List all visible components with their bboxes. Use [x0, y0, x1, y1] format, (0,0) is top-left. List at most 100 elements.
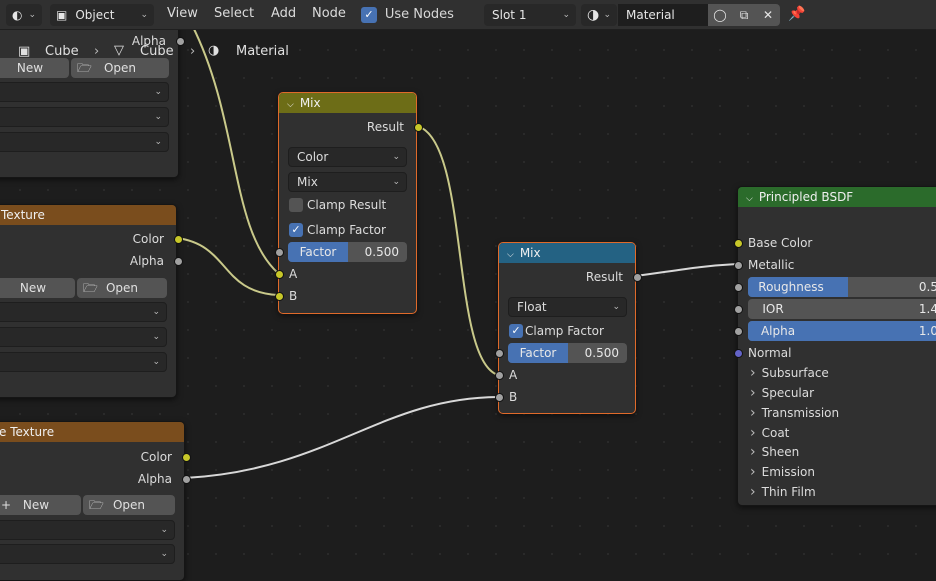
menu-node[interactable]: Node [312, 6, 346, 21]
factor-input-socket[interactable] [274, 247, 284, 257]
panel-transmission[interactable]: Transmission [750, 405, 840, 421]
collapse-chevron-icon[interactable]: ⌵ [746, 194, 753, 204]
menu-add[interactable]: Add [271, 6, 296, 21]
roughness-socket[interactable] [733, 282, 743, 292]
use-nodes-checkbox[interactable]: ✓ Use Nodes [361, 7, 454, 23]
unlink-material-button[interactable]: ✕ [756, 4, 780, 26]
folder-icon: 🗁 [77, 61, 92, 75]
plus-icon: + [1, 498, 12, 512]
node-editor-header: ◐ ⌄ ▣ Object ⌄ View Select Add Node ✓ Use… [0, 0, 936, 30]
editor-type-menu[interactable]: ◐ ⌄ [6, 4, 42, 26]
alpha-socket[interactable] [733, 326, 743, 336]
image-texture-node-1[interactable]: Texture Color Alpha New 🗁 Open ⌄ ⌄ ⌄ [0, 204, 183, 398]
color-output-socket[interactable] [181, 452, 191, 462]
checkmark-icon: ✓ [509, 324, 523, 338]
duplicate-material-button[interactable]: ⧉ [732, 4, 756, 26]
normal-label: Normal [748, 346, 792, 360]
image-texture-node-2[interactable]: e Texture Color Alpha + New 🗁 Open ⌄ ⌄ [0, 421, 191, 581]
clamp-factor-checkbox[interactable]: ✓ Clamp Factor [499, 321, 635, 341]
input-b-socket[interactable] [494, 392, 504, 402]
menu-select[interactable]: Select [214, 6, 254, 21]
new-image-button[interactable]: + New [0, 495, 81, 515]
open-image-button[interactable]: 🗁 Open [83, 495, 175, 515]
chevron-down-icon: ⌄ [140, 10, 148, 20]
normal-socket[interactable] [733, 348, 743, 358]
blend-mode-dropdown[interactable]: Mix ⌄ [288, 172, 407, 192]
clamp-result-checkbox[interactable]: Clamp Result [279, 195, 416, 215]
color-output-socket[interactable] [173, 234, 183, 244]
node-header[interactable]: ⌵ Mix [279, 93, 416, 113]
image-dropdown-1[interactable]: ⌄ [0, 520, 175, 540]
panel-specular[interactable]: Specular [750, 385, 814, 401]
link-texture-alpha-to-mix-b [184, 396, 499, 479]
base-color-label: Base Color [748, 236, 813, 250]
mix-float-node[interactable]: ⌵ Mix Result Float ⌄ ✓ Clamp Factor Factor… [494, 242, 642, 414]
alpha-slider[interactable]: Alpha 1.0 [748, 321, 936, 341]
checkmark-icon: ✓ [361, 7, 377, 23]
input-a-label: A [509, 368, 518, 382]
alpha-output-socket[interactable] [173, 256, 183, 266]
image-dropdown-3[interactable]: ⌄ [0, 132, 169, 152]
alpha-output-socket[interactable] [181, 474, 191, 484]
principled-bsdf-node[interactable]: ⌵ Principled BSDF Base Color Metallic Rou… [733, 186, 936, 506]
collapse-chevron-icon[interactable]: ⌵ [287, 100, 294, 110]
result-output-socket[interactable] [413, 122, 423, 132]
panel-thin-film[interactable]: Thin Film [750, 484, 816, 500]
chevron-down-icon: ⌄ [160, 525, 168, 535]
input-a-socket[interactable] [274, 269, 284, 279]
mix-color-node[interactable]: ⌵ Mix Result Color ⌄ Mix ⌄ Clamp Result ✓ C… [274, 92, 423, 314]
chevron-right-icon: › [94, 44, 100, 59]
node-header[interactable]: ⌵ Principled BSDF [738, 187, 936, 207]
clamp-factor-checkbox[interactable]: ✓ Clamp Factor [279, 220, 416, 240]
image-dropdown-1[interactable]: ⌄ [0, 302, 167, 322]
image-dropdown-2[interactable]: ⌄ [0, 107, 169, 127]
base-color-socket[interactable] [733, 238, 743, 248]
ior-field[interactable]: IOR 1.4 [748, 299, 936, 319]
ior-socket[interactable] [733, 304, 743, 314]
shader-type-dropdown[interactable]: ▣ Object ⌄ [50, 4, 154, 26]
chevron-down-icon: ⌄ [392, 177, 400, 187]
fake-user-button[interactable]: ◯ [708, 4, 732, 26]
chevron-down-icon: ⌄ [152, 332, 160, 342]
node-header[interactable]: Texture [0, 205, 176, 225]
material-icon: ◑ [208, 43, 220, 58]
image-dropdown-3[interactable]: ⌄ [0, 352, 167, 372]
chevron-down-icon: ⌄ [154, 137, 162, 147]
open-image-button[interactable]: 🗁 Open [77, 278, 167, 298]
panel-emission[interactable]: Emission [750, 464, 815, 480]
input-b-socket[interactable] [274, 291, 284, 301]
collapse-chevron-icon[interactable]: ⌵ [507, 250, 514, 260]
menu-view[interactable]: View [167, 6, 198, 21]
node-header[interactable]: ⌵ Mix [499, 243, 635, 263]
factor-slider[interactable]: Factor 0.500 [288, 242, 407, 262]
new-image-button[interactable]: New [0, 58, 69, 78]
panel-sheen[interactable]: Sheen [750, 444, 800, 460]
breadcrumb-object: Cube [45, 44, 79, 59]
result-output-socket[interactable] [632, 272, 642, 282]
node-header[interactable]: e Texture [0, 422, 184, 442]
roughness-slider[interactable]: Roughness 0.5 [748, 277, 936, 297]
pin-icon[interactable]: 📌 [788, 6, 805, 22]
factor-slider[interactable]: Factor 0.500 [508, 343, 627, 363]
breadcrumb-mesh: Cube [140, 44, 174, 59]
data-type-dropdown[interactable]: Color ⌄ [288, 147, 407, 167]
chevron-down-icon: ⌄ [160, 549, 168, 559]
folder-icon: 🗁 [89, 498, 104, 512]
panel-subsurface[interactable]: Subsurface [750, 365, 829, 381]
image-dropdown-2[interactable]: ⌄ [0, 544, 175, 564]
alpha-output-socket[interactable] [175, 36, 185, 46]
open-image-button[interactable]: 🗁 Open [71, 58, 169, 78]
input-b-label: B [509, 390, 518, 404]
factor-input-socket[interactable] [494, 348, 504, 358]
input-a-socket[interactable] [494, 370, 504, 380]
new-image-button[interactable]: New [0, 278, 75, 298]
data-type-dropdown[interactable]: Float ⌄ [508, 297, 627, 317]
material-name-field[interactable]: Material [618, 4, 708, 26]
image-dropdown-2[interactable]: ⌄ [0, 327, 167, 347]
material-icon: ◑ [587, 7, 600, 23]
panel-coat[interactable]: Coat [750, 425, 790, 441]
image-dropdown-1[interactable]: ⌄ [0, 82, 169, 102]
slot-dropdown[interactable]: Slot 1 ⌄ [484, 4, 576, 26]
metallic-socket[interactable] [733, 260, 743, 270]
material-browse-button[interactable]: ◑ ⌄ [581, 4, 617, 26]
